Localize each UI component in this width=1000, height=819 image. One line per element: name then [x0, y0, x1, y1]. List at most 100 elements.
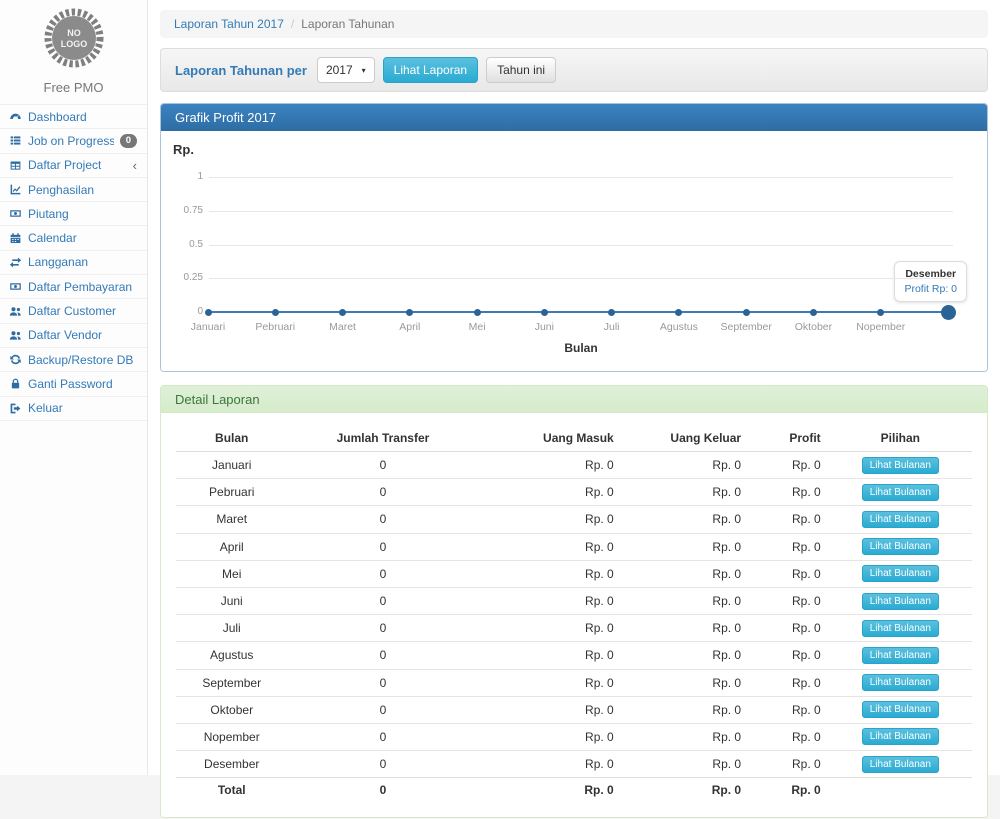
- data-point-januari[interactable]: [205, 309, 212, 316]
- users-icon: [9, 329, 22, 342]
- table-panel-title: Detail Laporan: [161, 386, 987, 413]
- detail-report-panel: Detail Laporan BulanJumlah TransferUang …: [160, 385, 988, 818]
- table-row-april: April0Rp. 0Rp. 0Rp. 0Lihat Bulanan: [176, 533, 972, 560]
- view-monthly-button-agustus[interactable]: Lihat Bulanan: [862, 647, 939, 664]
- view-monthly-button-januari[interactable]: Lihat Bulanan: [862, 457, 939, 474]
- tooltip-value: Profit Rp: 0: [904, 283, 957, 295]
- cell-bulan: Maret: [176, 506, 287, 533]
- data-point-agustus[interactable]: [675, 309, 682, 316]
- chevron-down-icon: ▾: [362, 66, 366, 75]
- x-tick-label: April: [378, 321, 442, 333]
- view-monthly-button-juli[interactable]: Lihat Bulanan: [862, 620, 939, 637]
- y-axis-title: Rp.: [173, 142, 194, 157]
- cell-profit: Rp. 0: [749, 533, 829, 560]
- view-monthly-button-oktober[interactable]: Lihat Bulanan: [862, 701, 939, 718]
- gridline: [209, 278, 953, 279]
- view-monthly-button-maret[interactable]: Lihat Bulanan: [862, 511, 939, 528]
- x-tick-label: Agustus: [647, 321, 711, 333]
- column-header-jumlah-transfer: Jumlah Transfer: [287, 425, 478, 452]
- column-header-pilihan: Pilihan: [829, 425, 972, 452]
- cell-pilihan: Lihat Bulanan: [829, 696, 972, 723]
- sidebar-item-piutang[interactable]: Piutang: [0, 202, 147, 226]
- cell-profit: Rp. 0: [749, 452, 829, 479]
- y-tick-label: 0: [173, 306, 203, 317]
- view-monthly-button-september[interactable]: Lihat Bulanan: [862, 674, 939, 691]
- breadcrumb-link[interactable]: Laporan Tahun 2017: [174, 17, 284, 31]
- sidebar-item-label: Piutang: [28, 207, 69, 221]
- cell-jumlah_transfer: 0: [287, 533, 478, 560]
- data-point-mei[interactable]: [474, 309, 481, 316]
- sidebar-item-daftar-vendor[interactable]: Daftar Vendor: [0, 324, 147, 348]
- cell-pilihan: Lihat Bulanan: [829, 642, 972, 669]
- cell-jumlah_transfer: 0: [287, 751, 478, 778]
- cell-pilihan: Lihat Bulanan: [829, 669, 972, 696]
- sidebar-item-backup-restore-db[interactable]: Backup/Restore DB: [0, 348, 147, 372]
- cell-uang_masuk: Rp. 0: [478, 587, 621, 614]
- table-row-desember: Desember0Rp. 0Rp. 0Rp. 0Lihat Bulanan: [176, 751, 972, 778]
- calendar-icon: [9, 232, 22, 245]
- sidebar-item-daftar-pembayaran[interactable]: Daftar Pembayaran: [0, 275, 147, 299]
- cell-pilihan: Lihat Bulanan: [829, 587, 972, 614]
- data-point-juni[interactable]: [541, 309, 548, 316]
- column-header-uang-keluar: Uang Keluar: [622, 425, 749, 452]
- table-row-juli: Juli0Rp. 0Rp. 0Rp. 0Lihat Bulanan: [176, 615, 972, 642]
- sidebar-item-label: Keluar: [28, 401, 63, 415]
- sidebar-item-label: Calendar: [28, 231, 77, 245]
- sidebar-item-langganan[interactable]: Langganan: [0, 251, 147, 275]
- profit-line-chart: Rp. Desember Profit Rp: 0 10.750.50.250J…: [161, 131, 987, 371]
- cell-uang_keluar: Rp. 0: [622, 587, 749, 614]
- year-select[interactable]: 2017 ▾: [317, 57, 375, 83]
- data-point-maret[interactable]: [339, 309, 346, 316]
- money-icon: [9, 280, 22, 293]
- lock-icon: [9, 377, 22, 390]
- cell-pilihan: Lihat Bulanan: [829, 533, 972, 560]
- sidebar-item-ganti-password[interactable]: Ganti Password: [0, 372, 147, 396]
- sidebar-item-dashboard[interactable]: Dashboard: [0, 105, 147, 129]
- sidebar-item-penghasilan[interactable]: Penghasilan: [0, 178, 147, 202]
- chevron-left-icon: ‹: [133, 159, 137, 172]
- data-point-oktober[interactable]: [810, 309, 817, 316]
- no-logo-badge: NO LOGO: [44, 8, 104, 68]
- cell-bulan: April: [176, 533, 287, 560]
- cell-profit: Rp. 0: [749, 479, 829, 506]
- view-monthly-button-juni[interactable]: Lihat Bulanan: [862, 593, 939, 610]
- sidebar-item-calendar[interactable]: Calendar: [0, 226, 147, 250]
- svg-text:NO: NO: [67, 28, 81, 38]
- x-tick-label: Oktober: [781, 321, 845, 333]
- data-point-active-desember[interactable]: [941, 305, 956, 320]
- cell-uang_keluar: Rp. 0: [622, 723, 749, 750]
- brand-name: Free PMO: [0, 80, 147, 95]
- data-point-juli[interactable]: [608, 309, 615, 316]
- x-tick-label: Pebruari: [243, 321, 307, 333]
- cell-jumlah_transfer: 0: [287, 696, 478, 723]
- view-monthly-button-desember[interactable]: Lihat Bulanan: [862, 756, 939, 773]
- report-table: BulanJumlah TransferUang MasukUang Kelua…: [176, 425, 972, 801]
- sidebar-item-label: Penghasilan: [28, 183, 94, 197]
- data-point-april[interactable]: [406, 309, 413, 316]
- svg-text:LOGO: LOGO: [60, 39, 87, 49]
- data-point-nopember[interactable]: [877, 309, 884, 316]
- view-monthly-button-april[interactable]: Lihat Bulanan: [862, 538, 939, 555]
- table-row-pebruari: Pebruari0Rp. 0Rp. 0Rp. 0Lihat Bulanan: [176, 479, 972, 506]
- table-row-total: Total0Rp. 0Rp. 0Rp. 0: [176, 778, 972, 802]
- y-tick-label: 1: [173, 171, 203, 182]
- cell-profit: Rp. 0: [749, 751, 829, 778]
- cell-jumlah_transfer: 0: [287, 479, 478, 506]
- sidebar-item-label: Daftar Pembayaran: [28, 280, 132, 294]
- sidebar-item-daftar-customer[interactable]: Daftar Customer: [0, 299, 147, 323]
- sidebar-item-job-on-progress[interactable]: Job on Progress0: [0, 129, 147, 153]
- view-monthly-button-nopember[interactable]: Lihat Bulanan: [862, 728, 939, 745]
- cell-bulan: Juni: [176, 587, 287, 614]
- this-year-button[interactable]: Tahun ini: [486, 57, 556, 83]
- view-monthly-button-mei[interactable]: Lihat Bulanan: [862, 565, 939, 582]
- data-point-september[interactable]: [743, 309, 750, 316]
- data-point-pebruari[interactable]: [272, 309, 279, 316]
- count-badge: 0: [120, 134, 137, 148]
- report-filter-panel: Laporan Tahunan per 2017 ▾ Lihat Laporan…: [160, 48, 988, 92]
- view-monthly-button-pebruari[interactable]: Lihat Bulanan: [862, 484, 939, 501]
- main-content: Laporan Tahun 2017 / Laporan Tahunan Lap…: [160, 0, 988, 818]
- sidebar-item-keluar[interactable]: Keluar: [0, 397, 147, 421]
- sidebar-item-daftar-project[interactable]: Daftar Project‹: [0, 154, 147, 178]
- cell-uang_keluar: Rp. 0: [622, 452, 749, 479]
- view-report-button[interactable]: Lihat Laporan: [383, 57, 478, 83]
